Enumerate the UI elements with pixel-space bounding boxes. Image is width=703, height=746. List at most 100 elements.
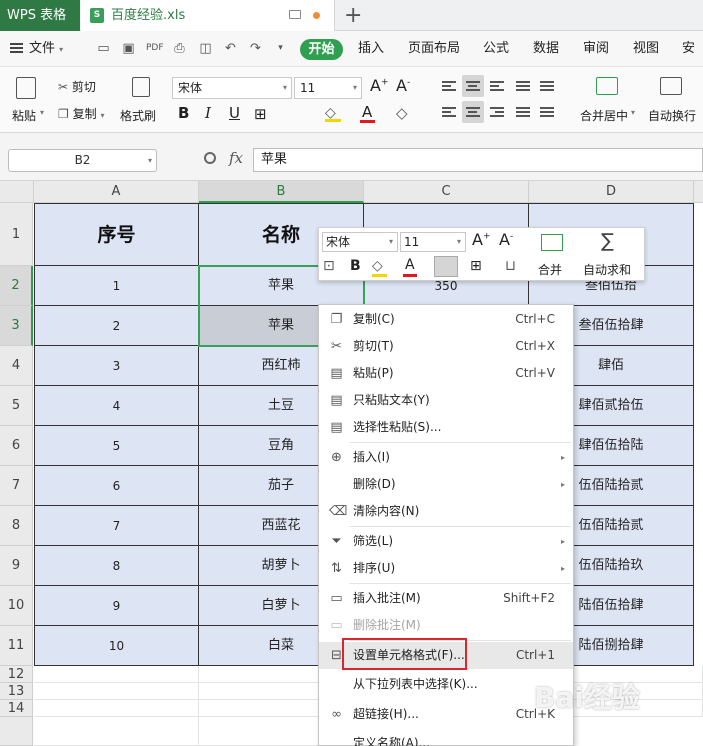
cell-a10[interactable]: 9 [34,586,199,626]
align-left-icon[interactable] [442,107,456,117]
font-color-icon[interactable]: A [362,103,372,121]
column-header-c[interactable]: C [364,181,529,203]
align-top-icon[interactable] [442,81,456,91]
paste-label[interactable]: 粘贴 [12,107,36,124]
mini-fill-icon[interactable]: ⊔ [505,258,516,274]
pdf-icon[interactable]: PDF [146,41,164,56]
row-header-6[interactable]: 6 [0,426,33,466]
cell-a4[interactable]: 3 [34,346,199,386]
row-header-11[interactable]: 11 [0,626,33,666]
cell-a2[interactable]: 1 [34,266,199,306]
menu-item-filter[interactable]: ⏷ 筛选(L) ▸ [319,528,573,555]
wrap-text-label[interactable]: 自动换行 [648,107,696,124]
mini-merge-icon[interactable] [541,234,563,251]
mini-borders-icon[interactable]: ⊞ [470,258,482,274]
paste-dropdown-icon[interactable]: ▾ [40,108,44,117]
undo-icon[interactable]: ↶ [223,41,238,56]
cell-a7[interactable]: 6 [34,466,199,506]
mini-align-button[interactable] [434,256,458,277]
zoom-icon[interactable] [204,152,216,164]
fx-icon[interactable]: fx [229,149,243,167]
new-tab-button[interactable]: + [344,0,362,31]
row-header-9[interactable]: 9 [0,546,33,586]
menu-item-cut[interactable]: ✂ 剪切(T) Ctrl+X [319,333,573,360]
empty-cell[interactable] [34,683,199,700]
row-header-5[interactable]: 5 [0,386,33,426]
cut-button[interactable]: ✂ 剪切 [58,78,96,95]
monitor-icon[interactable] [289,10,301,19]
menu-item-insert[interactable]: ⊕ 插入(I) ▸ [319,444,573,471]
cell-a8[interactable]: 7 [34,506,199,546]
tab-insert[interactable]: 插入 [358,31,384,67]
align-bottom-icon[interactable] [490,81,504,91]
clear-format-icon[interactable]: ◇ [396,104,408,122]
menu-item-sort[interactable]: ⇅ 排序(U) ▸ [319,555,573,582]
column-header-d[interactable]: D [529,181,694,203]
empty-cell[interactable] [34,700,199,717]
file-menu[interactable]: 文件 ▾ [10,31,63,68]
borders-icon[interactable]: ⊞ [254,105,267,123]
mini-shrink-font-icon[interactable]: A- [499,230,513,249]
row-header-8[interactable]: 8 [0,506,33,546]
mini-size-select[interactable]: 11 ▾ [400,232,466,252]
format-painter-button[interactable] [128,77,150,97]
font-family-select[interactable]: 宋体 ▾ [172,77,292,99]
row-header-3[interactable]: 3 [0,306,33,346]
row-header-2[interactable]: 2 [0,266,33,306]
underline-icon[interactable]: U [229,104,240,122]
menu-item-copy[interactable]: ❐ 复制(C) Ctrl+C [319,306,573,333]
empty-cell[interactable] [34,666,199,683]
tab-start[interactable]: 开始 [300,39,343,60]
mini-bold-icon[interactable]: B [350,258,361,274]
mini-fill-color-icon[interactable]: ◇ [372,258,383,274]
file-tab[interactable]: S 百度经验.xls [81,0,335,31]
column-header-a[interactable]: A [34,181,199,203]
row-header-10[interactable]: 10 [0,586,33,626]
row-header-1[interactable]: 1 [0,203,33,266]
cell-a9[interactable]: 8 [34,546,199,586]
menu-item-define-name[interactable]: 定义名称(A)... [319,730,573,746]
grow-font-icon[interactable]: A+ [370,76,389,95]
menu-item-paste-text[interactable]: ▤ 只粘贴文本(Y) [319,387,573,414]
tab-view[interactable]: 视图 [633,31,659,67]
mini-autosum-label[interactable]: 自动求和 [583,261,631,278]
row-header-14[interactable]: 14 [0,700,33,717]
italic-icon[interactable]: I [205,104,211,122]
column-header-b[interactable]: B [199,181,364,203]
merge-dropdown-icon[interactable]: ▾ [631,108,635,117]
cell-a3[interactable]: 2 [34,306,199,346]
cell-a6[interactable]: 5 [34,426,199,466]
shrink-font-icon[interactable]: A- [396,76,410,95]
column-header-e[interactable] [694,181,703,203]
print-preview-icon[interactable]: ◫ [198,41,213,56]
save-icon[interactable]: ▣ [121,41,136,56]
menu-item-clear[interactable]: ⌫ 清除内容(N) [319,498,573,525]
copy-button[interactable]: ❐ 复制 ▾ [58,105,104,122]
menu-item-paste[interactable]: ▤ 粘贴(P) Ctrl+V [319,360,573,387]
tab-formulas[interactable]: 公式 [483,31,509,67]
select-all-corner[interactable] [0,181,34,203]
redo-icon[interactable]: ↷ [248,41,263,56]
menu-item-delete[interactable]: 删除(D) ▸ [319,471,573,498]
name-box[interactable]: B2 ▾ [8,149,157,172]
open-folder-icon[interactable]: ▭ [96,41,111,56]
merge-center-icon[interactable] [596,77,618,95]
row-header-12[interactable]: 12 [0,666,33,683]
row-header-7[interactable]: 7 [0,466,33,506]
sigma-icon[interactable]: ∑ [601,230,614,252]
paste-button[interactable] [16,77,36,99]
app-tab[interactable]: WPS 表格 [0,0,80,31]
empty-cell[interactable] [34,717,199,746]
bold-icon[interactable]: B [178,104,189,122]
format-painter-label[interactable]: 格式刷 [120,107,156,124]
mini-font-select[interactable]: 宋体 ▾ [322,232,398,252]
menu-item-insert-comment[interactable]: ▭ 插入批注(M) Shift+F2 [319,585,573,612]
cell-a5[interactable]: 4 [34,386,199,426]
wrap-text-icon[interactable] [660,77,682,95]
tab-review[interactable]: 审阅 [583,31,609,67]
mini-font-color-icon[interactable]: A [405,257,415,273]
merge-center-label[interactable]: 合并居中 [580,107,628,124]
print-icon[interactable]: ⎙ [172,41,187,56]
header-cell-a1[interactable]: 序号 [34,203,199,266]
mini-format-painter-icon[interactable]: ⊡ [323,258,335,274]
